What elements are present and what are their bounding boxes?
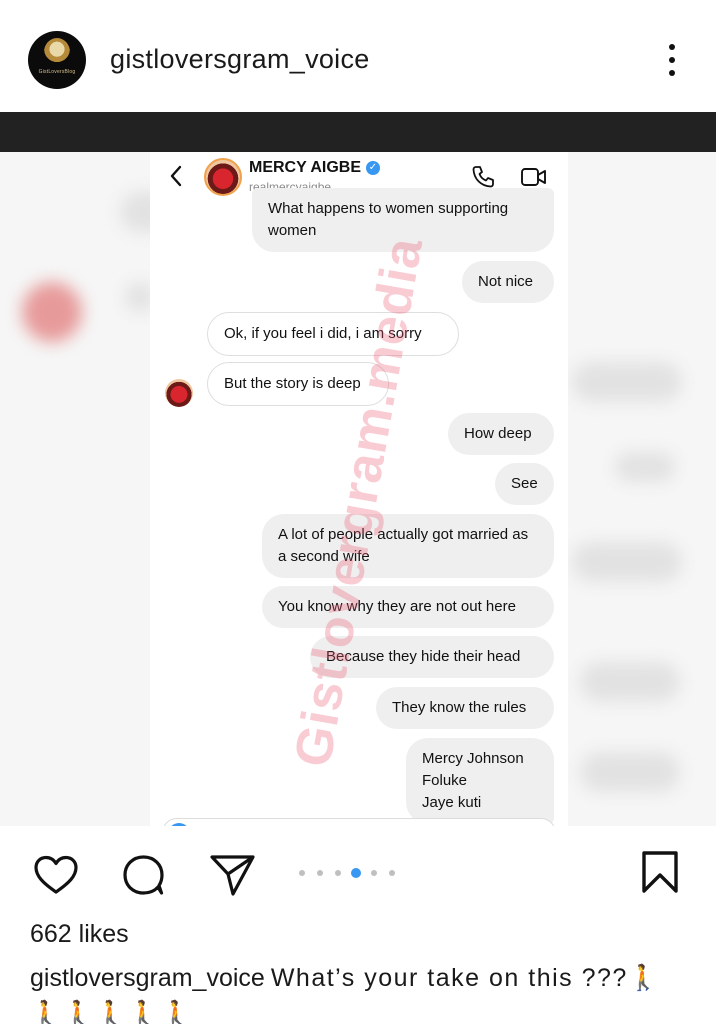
contact-small-avatar — [165, 379, 193, 407]
likes-count[interactable]: 662 likes — [30, 920, 129, 949]
message-bubble: See — [495, 463, 554, 505]
post-media[interactable]: MERCY AIGBE ✓ realmercyaigbe What happen… — [0, 112, 716, 826]
post-caption: gistloversgram_voice What’s your take on … — [30, 960, 690, 1024]
message-bubble: How deep — [448, 413, 554, 455]
message-bubble: A lot of people actually got married as … — [262, 514, 554, 578]
logo-icon — [44, 38, 70, 66]
action-bar — [0, 826, 716, 918]
message-line: Mercy Johnson — [422, 750, 524, 767]
comment-icon[interactable] — [120, 852, 166, 898]
send-icon[interactable] — [208, 852, 256, 898]
phone-icon[interactable] — [470, 164, 496, 190]
message-bubble: Ok, if you feel i did, i am sorry — [207, 312, 459, 356]
dm-screenshot: MERCY AIGBE ✓ realmercyaigbe What happen… — [150, 152, 568, 826]
more-vertical-icon[interactable] — [660, 42, 684, 78]
message-bubble: Not nice — [462, 261, 554, 303]
bookmark-icon[interactable] — [640, 850, 680, 894]
video-camera-icon[interactable] — [520, 165, 548, 189]
message-bubble: Because they hide their head — [310, 636, 554, 678]
contact-avatar[interactable] — [204, 158, 242, 196]
heart-icon[interactable] — [33, 854, 79, 896]
chevron-left-icon[interactable] — [168, 164, 184, 188]
message-bubble: Mercy Johnson Foluke Jaye kuti — [406, 738, 554, 824]
message-line: Jaye kuti — [422, 794, 482, 811]
avatar-logo-text: GistLoversBlog — [38, 69, 76, 75]
contact-name[interactable]: MERCY AIGBE — [249, 159, 361, 177]
caption-username[interactable]: gistloversgram_voice — [30, 964, 265, 992]
media-top-bar — [0, 112, 716, 152]
message-bubble: You know why they are not out here — [262, 586, 554, 628]
verified-badge-icon: ✓ — [366, 161, 380, 175]
message-line: Foluke — [422, 772, 468, 789]
profile-avatar[interactable]: GistLoversBlog — [28, 31, 86, 89]
post-username[interactable]: gistloversgram_voice — [110, 44, 370, 75]
carousel-indicator — [299, 868, 399, 878]
message-bubble: They know the rules — [376, 687, 554, 729]
message-bubble: What happens to women supporting women — [252, 188, 554, 252]
message-composer — [162, 818, 556, 826]
post-header: GistLoversBlog gistloversgram_voice — [0, 0, 716, 112]
message-bubble: But the story is deep — [207, 362, 389, 406]
